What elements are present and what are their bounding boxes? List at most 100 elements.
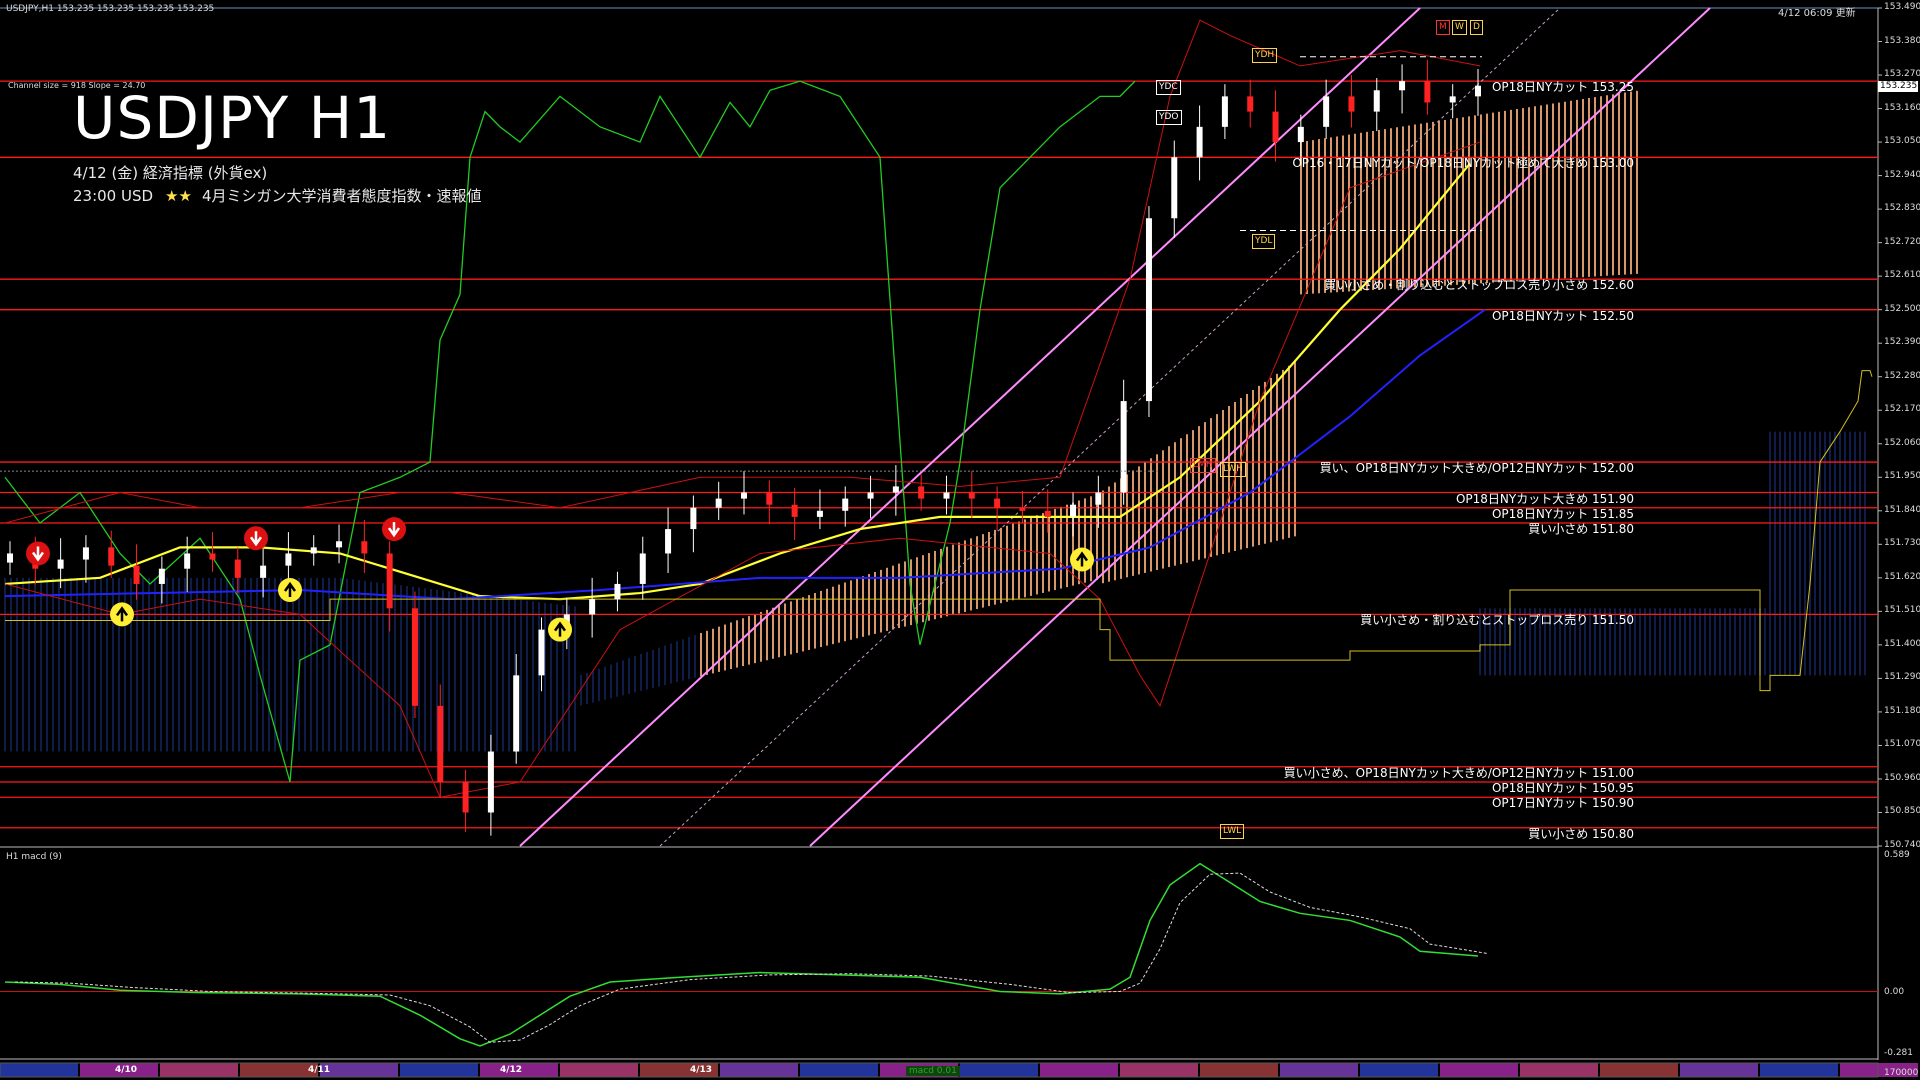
candle-body (1070, 504, 1077, 517)
level-label: OP18日NYカット 150.95 (1491, 781, 1634, 795)
candle-body (918, 486, 925, 499)
timeline-segment (1440, 1063, 1518, 1077)
candle-body (842, 498, 849, 511)
price-tick-label: 151.950 (1884, 471, 1920, 482)
date-label: 4/11 (308, 1065, 331, 1075)
candle-body (816, 510, 823, 517)
candle-body (57, 559, 64, 569)
candle-body (411, 608, 418, 706)
timeline-segment (960, 1063, 1038, 1077)
candle-body (487, 751, 494, 813)
price-tick-label: 152.280 (1884, 370, 1920, 381)
candle-body (968, 492, 975, 499)
event-time: 23:00 USD (73, 187, 154, 205)
price-tick-label: 153.490 (1884, 2, 1920, 12)
candle-body (867, 492, 874, 499)
candle-body (1272, 111, 1279, 143)
date-label: 4/10 (115, 1065, 138, 1075)
price-tick-label: 152.830 (1884, 203, 1920, 214)
candle-body (133, 565, 140, 584)
level-label: 買い小さめ、OP18日NYカット大きめ/OP12日NYカット 151.00 (1283, 765, 1634, 780)
candle-body (1145, 218, 1152, 402)
timeline-segment (1520, 1063, 1598, 1077)
level-label: OP17日NYカット 150.90 (1491, 796, 1634, 811)
candle-body (285, 553, 292, 566)
candle-body (310, 547, 317, 554)
timeline-segment (400, 1063, 478, 1077)
event-line: 23:00 USD ★★ 4月ミシガン大学消費者態度指数・速報値 (73, 185, 482, 206)
candle-body (82, 547, 89, 560)
timeline-segment (1680, 1063, 1758, 1077)
candle-body (614, 583, 621, 600)
candle-body (665, 529, 672, 554)
timeline-segment (1200, 1063, 1278, 1077)
candle-body (538, 629, 545, 676)
timeline-segment (1600, 1063, 1678, 1077)
candle-body (260, 565, 267, 578)
timeline-segment (1120, 1063, 1198, 1077)
price-tick-label: 151.840 (1884, 504, 1920, 515)
price-tick-label: 150.740 (1884, 840, 1920, 850)
candle-body (1196, 126, 1203, 158)
level-label: OP18日NYカット 152.50 (1491, 308, 1634, 323)
lmh-tag: LMH (1190, 458, 1216, 473)
candle-body (994, 498, 1001, 508)
event-date: 4/12 (金) 経済指標 (外貨ex) (73, 164, 268, 182)
importance-stars: ★★ (165, 187, 192, 205)
price-tick-label: 152.060 (1884, 437, 1920, 448)
level-label: 買い小さめ 151.80 (1528, 521, 1634, 536)
lwl-tag: LWL (1220, 824, 1245, 839)
date-label: 4/12 (500, 1065, 523, 1075)
level-label: OP18日NYカット大きめ 151.90 (1455, 491, 1634, 506)
day-tag: D (1470, 20, 1483, 35)
ydc-tag: YDC (1156, 80, 1181, 95)
price-tick-label: 151.180 (1884, 705, 1920, 716)
bottom-value: 170000 (1884, 1068, 1919, 1078)
timeline-segment (1280, 1063, 1358, 1077)
timeline-segment (240, 1063, 318, 1077)
week-tag: W (1452, 20, 1467, 35)
price-tick-label: 152.390 (1884, 337, 1920, 348)
candle-body (1095, 492, 1102, 505)
update-clock: 4/12 06:09 更新 (1778, 8, 1856, 19)
candle-body (513, 675, 520, 752)
candle-body (1348, 96, 1355, 112)
candle-body (1373, 90, 1380, 112)
candle-body (1221, 96, 1228, 127)
candle-body (639, 553, 646, 584)
macd-label: H1 macd (9) (6, 852, 62, 862)
candle-body (766, 492, 773, 505)
price-tick-label: 152.610 (1884, 270, 1920, 281)
candle-body (336, 541, 343, 548)
level-label: 買い小さめ・割り込むとストップロス売り 151.50 (1360, 613, 1634, 628)
signal-badge: macd 0.01 (906, 1066, 960, 1076)
level-label: OP18日NYカット 153.25 (1491, 80, 1634, 95)
candle-body (108, 547, 115, 566)
timeline-segment (320, 1063, 398, 1077)
current-price-label: 153.235 (1878, 81, 1918, 92)
timeline-segment (0, 1063, 78, 1077)
candle-body (234, 559, 241, 578)
chart-title: USDJPY H1 (73, 84, 392, 152)
candle-body (1399, 81, 1406, 91)
candle-body (1247, 96, 1254, 112)
timeline-segment (1040, 1063, 1118, 1077)
candle-body (1044, 510, 1051, 517)
candle-body (1449, 96, 1456, 103)
candle-body (1424, 81, 1431, 103)
price-tick-label: 150.960 (1884, 772, 1920, 783)
candle-body (1297, 126, 1304, 143)
price-tick-label: 151.290 (1884, 672, 1920, 683)
ydh-tag: YDH (1252, 48, 1278, 63)
month-tag: M (1436, 20, 1450, 35)
candle-body (437, 705, 444, 783)
candle-body (158, 568, 165, 584)
price-tick-label: 151.400 (1884, 638, 1920, 649)
price-tick-label: 153.050 (1884, 136, 1920, 147)
price-tick-label: 152.170 (1884, 404, 1920, 415)
price-tick-label: 151.620 (1884, 571, 1920, 582)
timeline-segment (720, 1063, 798, 1077)
candle-body (7, 553, 13, 563)
price-tick-label: 151.510 (1884, 605, 1920, 616)
date-label: 4/13 (690, 1065, 713, 1075)
